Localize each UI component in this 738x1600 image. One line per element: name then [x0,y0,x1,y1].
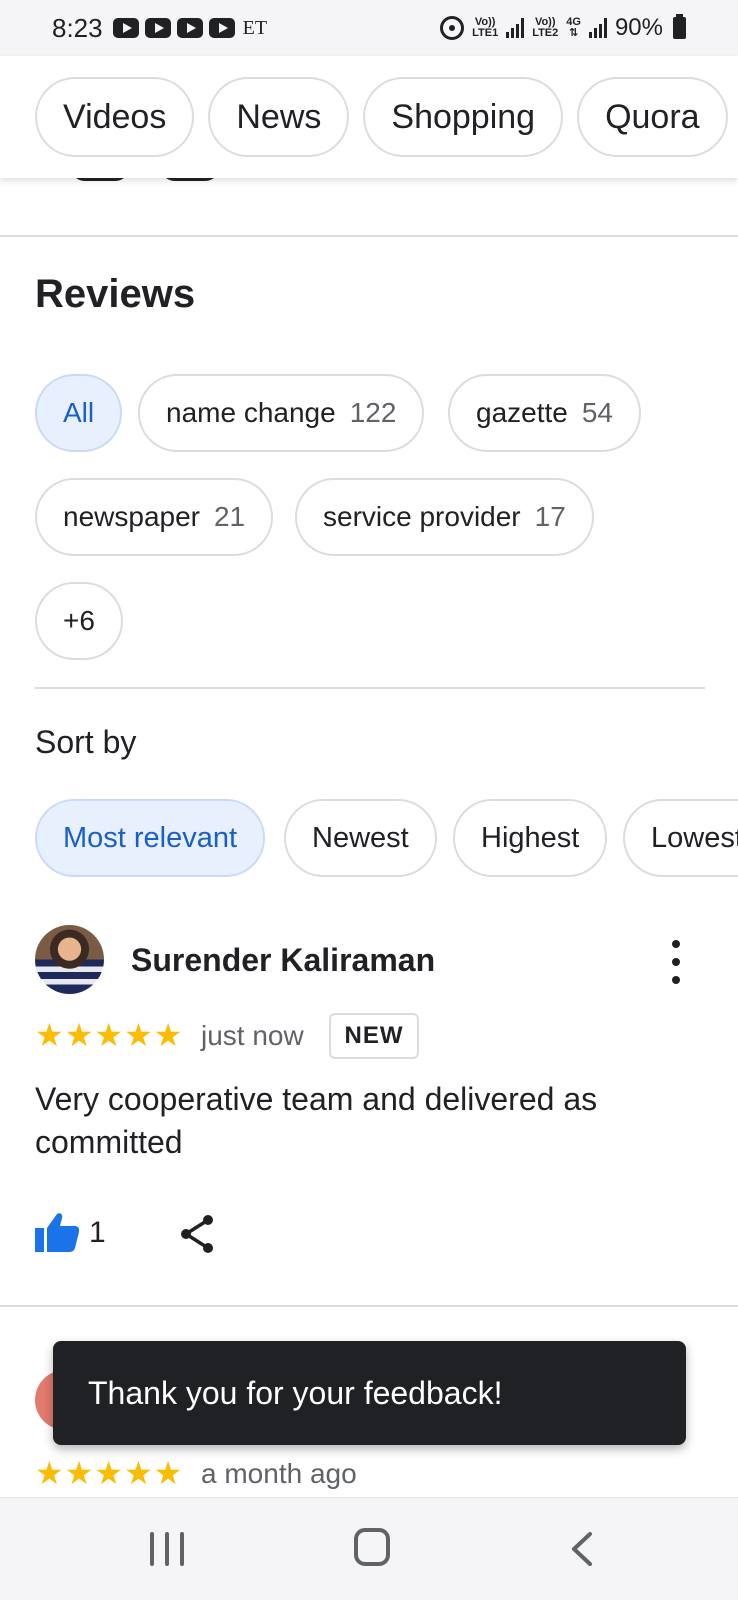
thumbs-up-icon[interactable] [35,1212,79,1252]
review-text: Very cooperative team and delivered as c… [35,1081,598,1160]
more-options-icon[interactable] [664,940,688,984]
review-time: a month ago [201,1458,357,1489]
sort-chip-lowest[interactable]: Lowest [623,799,738,877]
topic-chip-service-provider[interactable]: service provider 17 [295,478,594,556]
sort-chip-highest[interactable]: Highest [453,799,608,877]
youtube-icon [112,18,139,38]
youtube-icon [176,18,203,38]
sort-chip-newest[interactable]: Newest [284,799,437,877]
network-2-label: Vo)) LTE2 [532,16,559,39]
filter-chip-videos[interactable]: Videos [35,77,195,157]
battery-icon [673,14,686,39]
reviewer-avatar[interactable] [35,925,104,994]
network-2-type: 4G ⇅ [566,16,581,39]
reviews-heading: Reviews [35,272,196,316]
sort-label: Sort by [35,724,137,760]
sort-chip-most-relevant[interactable]: Most relevant [35,799,266,877]
feedback-toast: Thank you for your feedback! [53,1341,686,1445]
back-icon[interactable] [568,1532,598,1566]
hotspot-icon [440,16,465,40]
filter-chip-quora[interactable]: Quora [577,77,728,157]
divider [35,687,705,689]
filter-chip-news[interactable]: News [208,77,350,157]
recent-apps-icon[interactable] [150,1532,184,1566]
status-bar: 8:23 ET Vo)) LTE1 Vo)) LTE2 4G ⇅ 90% [0,0,738,56]
topic-chip-gazette[interactable]: gazette 54 [448,374,642,452]
topic-chip-all[interactable]: All [35,374,123,452]
topic-chip-more[interactable]: +6 [35,582,123,660]
system-nav-bar [0,1497,738,1600]
search-filter-bar: Videos News Shopping Quora [0,56,738,178]
network-1-label: Vo)) LTE1 [472,16,499,39]
youtube-icon [208,18,235,38]
star-rating: ★★★★★ [35,1454,184,1492]
signal-icon [506,18,525,38]
review-time: just now [201,1020,304,1051]
reviewer-name[interactable]: Surender Kaliraman [131,942,435,979]
battery-percent: 90% [614,14,663,41]
status-indicators: Vo)) LTE1 Vo)) LTE2 4G ⇅ 90% [440,14,686,42]
filter-chip-shopping[interactable]: Shopping [363,77,564,157]
topic-chip-newspaper[interactable]: newspaper 21 [35,478,274,556]
youtube-icon [144,18,171,38]
home-icon[interactable] [354,1528,390,1566]
carrier-text: ET [242,16,268,39]
divider [0,235,738,237]
divider [0,1305,738,1307]
status-time: 8:23 [52,12,103,43]
star-rating: ★★★★★ [35,1016,184,1054]
like-count: 1 [89,1216,106,1249]
new-badge: NEW [329,1013,419,1059]
share-icon[interactable] [178,1214,216,1254]
signal-icon [588,18,607,38]
topic-chip-name-change[interactable]: name change 122 [138,374,425,452]
